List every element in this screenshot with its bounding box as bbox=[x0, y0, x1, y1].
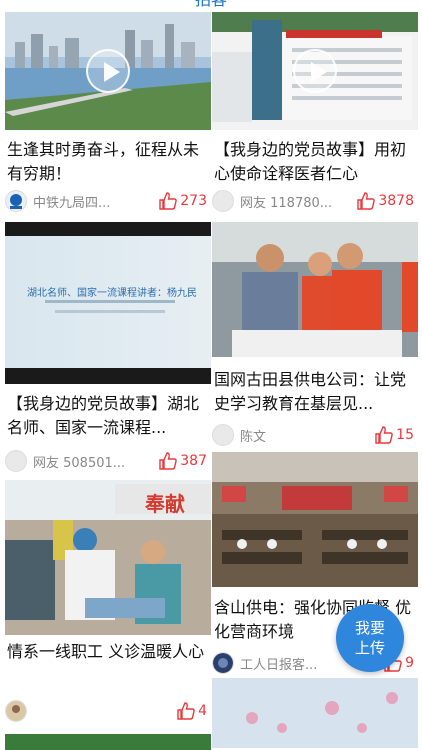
avatar bbox=[212, 190, 234, 212]
card-title[interactable]: 国网古田县供电公司：让党史学习教育在基层见... bbox=[214, 368, 414, 416]
author-name: 中铁九局四... bbox=[33, 196, 111, 211]
feed-card[interactable]: 国网古田县供电公司：让党史学习教育在基层见... 陈文 15 bbox=[212, 222, 418, 447]
avatar bbox=[5, 700, 27, 722]
card-title[interactable]: 【我身边的党员故事】湖北名师、国家一流课程... bbox=[7, 392, 207, 440]
image-thumbnail[interactable]: 湖北名师、国家一流课程讲者：杨九民 bbox=[5, 222, 211, 384]
card-meta: 4 bbox=[5, 700, 211, 724]
blossom-photo bbox=[212, 678, 418, 748]
banner-text: 奉献 bbox=[145, 492, 185, 516]
upload-button[interactable]: 我要 上传 bbox=[336, 604, 404, 672]
feed-card[interactable]: 【我身边的党员故事】用初心使命诠释医者仁心 网友 118780... 3878 bbox=[212, 12, 418, 217]
image-thumbnail[interactable] bbox=[212, 222, 418, 357]
like-button[interactable]: 15 bbox=[374, 424, 414, 446]
avatar bbox=[212, 424, 234, 446]
card-meta: 网友 118780... 3878 bbox=[212, 190, 418, 214]
like-count: 387 bbox=[180, 453, 207, 469]
feed-card[interactable]: 湖北名师、国家一流课程讲者：杨九民 【我身边的党员故事】湖北名师、国家一流课程.… bbox=[5, 222, 211, 477]
card-meta: 网友 508501... 387 bbox=[5, 450, 211, 474]
avatar bbox=[212, 652, 234, 674]
like-count: 273 bbox=[180, 193, 207, 209]
card-meta: 陈文 15 bbox=[212, 424, 418, 448]
video-thumbnail[interactable] bbox=[212, 12, 418, 130]
author-name: 陈文 bbox=[240, 430, 267, 445]
slide-heading: 湖北名师、国家一流课程讲者：杨九民 bbox=[27, 288, 197, 299]
like-button[interactable]: 273 bbox=[158, 190, 207, 212]
image-thumbnail[interactable] bbox=[5, 734, 211, 750]
upload-label-line1: 我要 bbox=[354, 619, 385, 637]
like-count: 4 bbox=[198, 703, 207, 719]
image-thumbnail[interactable]: 奉献 bbox=[5, 480, 211, 635]
page-title: 拍客 bbox=[0, 0, 422, 10]
image-thumbnail[interactable] bbox=[212, 452, 418, 587]
thumbs-up-icon bbox=[177, 702, 195, 720]
feed-card[interactable]: 生逢其时勇奋斗，征程从未有穷期！ 中铁九局四... 273 bbox=[5, 12, 211, 217]
like-button[interactable]: 3878 bbox=[356, 190, 414, 212]
presentation-slide-image bbox=[5, 222, 211, 384]
feed-card[interactable] bbox=[5, 734, 211, 750]
like-count: 3878 bbox=[378, 193, 414, 209]
video-thumbnail[interactable] bbox=[5, 12, 211, 130]
thumbs-up-icon bbox=[357, 192, 376, 210]
like-button[interactable]: 4 bbox=[176, 700, 207, 722]
user-photo-icon bbox=[6, 701, 26, 721]
upload-label-line2: 上传 bbox=[354, 639, 385, 657]
meeting-room-photo bbox=[212, 452, 418, 587]
feed-card[interactable] bbox=[212, 678, 418, 748]
author-name: 网友 508501... bbox=[33, 456, 126, 471]
company-logo-icon bbox=[6, 191, 26, 211]
like-count: 15 bbox=[396, 427, 414, 443]
media-logo-icon bbox=[213, 653, 233, 673]
like-button[interactable]: 387 bbox=[158, 450, 207, 472]
author-name: 工人日报客... bbox=[240, 658, 318, 673]
avatar bbox=[5, 450, 27, 472]
feed-card[interactable]: 奉献 情系一线职工 义诊温暖人心 4 bbox=[5, 480, 211, 742]
thumbs-up-icon bbox=[375, 426, 393, 444]
thumbs-up-icon bbox=[159, 192, 178, 210]
card-title[interactable]: 情系一线职工 义诊温暖人心 bbox=[7, 640, 207, 688]
avatar bbox=[5, 190, 27, 212]
card-title[interactable]: 生逢其时勇奋斗，征程从未有穷期！ bbox=[7, 138, 207, 186]
play-button[interactable] bbox=[86, 49, 130, 93]
play-button[interactable] bbox=[293, 49, 337, 93]
volunteers-photo bbox=[212, 222, 418, 357]
card-title[interactable]: 【我身边的党员故事】用初心使命诠释医者仁心 bbox=[214, 138, 414, 186]
like-count: 9 bbox=[405, 655, 414, 671]
thumbs-up-icon bbox=[159, 452, 178, 470]
page-header: 拍客 bbox=[0, 0, 422, 12]
author-name: 网友 118780... bbox=[240, 196, 333, 211]
image-thumbnail[interactable] bbox=[212, 678, 418, 748]
card-meta: 中铁九局四... 273 bbox=[5, 190, 211, 214]
